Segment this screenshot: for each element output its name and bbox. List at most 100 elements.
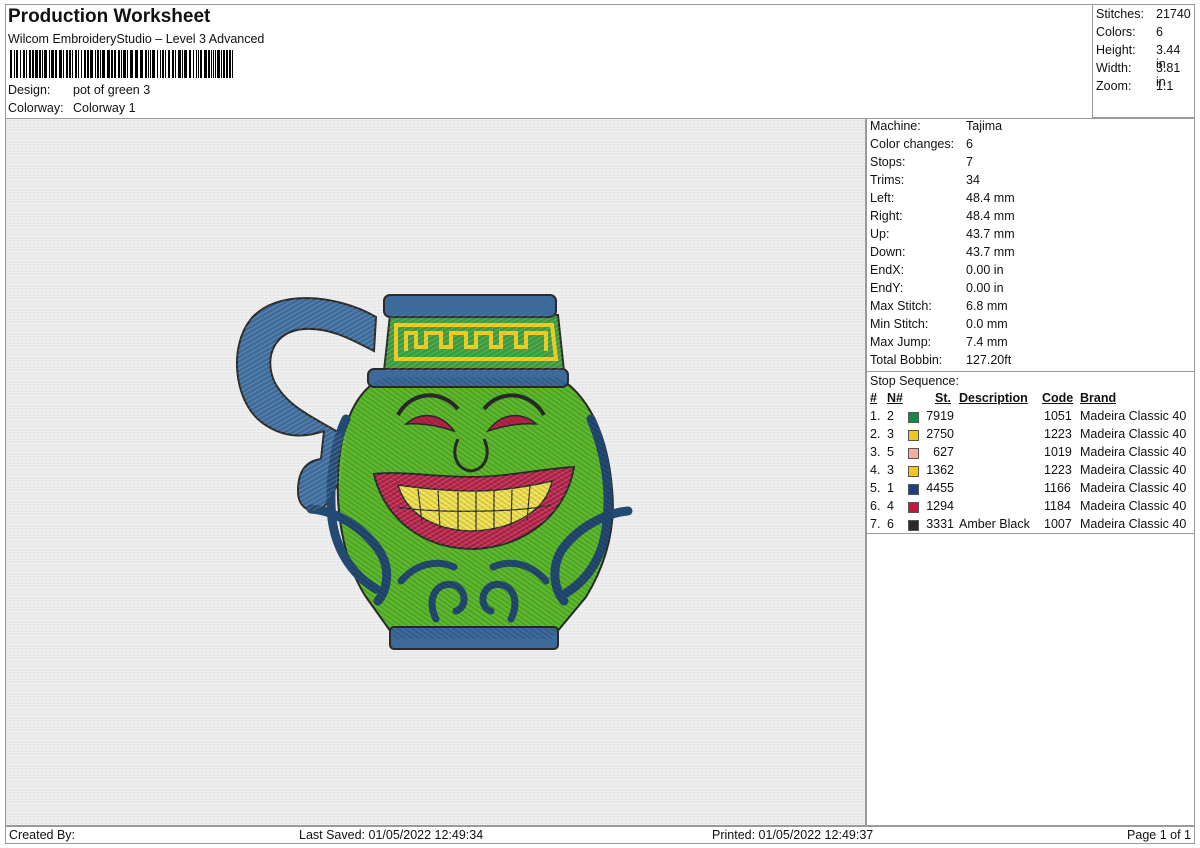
stop-brand: Madeira Classic 40: [1080, 499, 1187, 513]
color-swatch: [908, 502, 919, 513]
stop-description: Amber Black: [959, 517, 1030, 531]
stat-value: 21740: [1156, 7, 1191, 21]
color-swatch: [908, 430, 919, 441]
info-value: Tajima: [966, 119, 1003, 133]
created-by: Created By:: [9, 828, 76, 842]
color-swatch: [908, 520, 919, 531]
info-label: Max Jump:: [870, 335, 932, 349]
stop-code: 1184: [1044, 499, 1071, 513]
info-label: Left:: [870, 191, 895, 205]
info-label: EndX:: [870, 263, 905, 277]
software-subtitle: Wilcom EmbroideryStudio – Level 3 Advanc…: [8, 32, 265, 46]
colorway-value: Colorway 1: [73, 101, 136, 115]
stop-row: 2. 3 1223 Madeira Classic 40 2750: [867, 427, 1194, 445]
info-value: 7: [966, 155, 973, 169]
info-value: 0.0 mm: [966, 317, 1008, 331]
stop-brand: Madeira Classic 40: [1080, 445, 1187, 459]
info-label: Up:: [870, 227, 890, 241]
stop-num: 2.: [870, 427, 881, 441]
stop-sequence-label: Stop Sequence:: [870, 374, 959, 388]
stop-brand: Madeira Classic 40: [1080, 481, 1187, 495]
col-header-needle: N#: [887, 391, 903, 405]
stop-num: 4.: [870, 463, 881, 477]
printed-date: Printed: 01/05/2022 12:49:37: [712, 828, 874, 842]
pot-top-rim: [383, 294, 557, 318]
stat-label: Height:: [1096, 43, 1136, 57]
color-swatch: [908, 412, 919, 423]
last-saved: Last Saved: 01/05/2022 12:49:34: [299, 828, 484, 842]
stop-needle: 6: [887, 517, 894, 531]
info-value: 6: [966, 137, 973, 151]
info-value: 127.20ft: [966, 353, 1012, 367]
color-swatch: [908, 466, 919, 477]
page-title: Production Worksheet: [8, 6, 211, 27]
info-value: 43.7 mm: [966, 245, 1015, 259]
stop-row: 6. 4 1184 Madeira Classic 40 1294: [867, 499, 1194, 517]
stop-row: 1. 2 1051 Madeira Classic 40 7919: [867, 409, 1194, 427]
colorway-label: Colorway:: [8, 101, 64, 115]
stop-brand: Madeira Classic 40: [1080, 463, 1187, 477]
stat-value: 1:1: [1156, 79, 1174, 93]
info-label: Machine:: [870, 119, 921, 133]
stitch-texture: [236, 298, 613, 639]
stop-stitches: 7919: [926, 409, 954, 423]
stop-code: 1223: [1044, 463, 1072, 477]
machine-info-panel: Machine: Tajima Color changes: 6 Stops: 7 T…: [866, 118, 1195, 826]
color-swatch: [908, 484, 919, 495]
stat-label: Width:: [1096, 61, 1132, 75]
barcode-image: [10, 50, 233, 78]
stop-code: 1166: [1044, 481, 1071, 495]
stats-box: Stitches: 21740 Colors: 6 Height: 3.44 i…: [1092, 4, 1195, 118]
stop-stitches: 627: [933, 445, 954, 459]
stat-value: 6: [1156, 25, 1163, 39]
info-value: 6.8 mm: [966, 299, 1008, 313]
info-label: EndY:: [870, 281, 904, 295]
stop-brand: Madeira Classic 40: [1080, 409, 1187, 423]
stop-stitches: 4455: [926, 481, 954, 495]
stop-code: 1019: [1044, 445, 1072, 459]
design-label: Design:: [8, 83, 51, 97]
stop-needle: 4: [887, 499, 894, 513]
stop-needle: 3: [887, 463, 894, 477]
stop-code: 1223: [1044, 427, 1072, 441]
stop-stitches: 2750: [926, 427, 954, 441]
stat-label: Colors:: [1096, 25, 1136, 39]
stop-num: 6.: [870, 499, 881, 513]
info-value: 34: [966, 173, 980, 187]
stat-label: Stitches:: [1096, 7, 1144, 21]
page-number: Page 1 of 1: [1127, 828, 1191, 842]
section-divider: [867, 533, 1194, 534]
stop-brand: Madeira Classic 40: [1080, 517, 1187, 531]
info-label: Min Stitch:: [870, 317, 929, 331]
info-label: Stops:: [870, 155, 906, 169]
col-header-num: #: [870, 391, 877, 405]
stop-needle: 5: [887, 445, 894, 459]
info-label: Right:: [870, 209, 903, 223]
stop-row: 3. 5 1019 Madeira Classic 40 627: [867, 445, 1194, 463]
info-label: Down:: [870, 245, 906, 259]
stop-needle: 2: [887, 409, 894, 423]
stop-num: 1.: [870, 409, 881, 423]
info-label: Total Bobbin:: [870, 353, 943, 367]
stop-num: 7.: [870, 517, 881, 531]
info-label: Max Stitch:: [870, 299, 932, 313]
design-value: pot of green 3: [73, 83, 151, 97]
stop-num: 3.: [870, 445, 881, 459]
embroidery-design-image: [235, 294, 633, 650]
info-value: 48.4 mm: [966, 209, 1015, 223]
stop-code: 1007: [1044, 517, 1072, 531]
worksheet-footer: Created By: Last Saved: 01/05/2022 12:49…: [5, 826, 1195, 844]
stop-row: 5. 1 1166 Madeira Classic 40 4455: [867, 481, 1194, 499]
stop-needle: 3: [887, 427, 894, 441]
info-value: 43.7 mm: [966, 227, 1015, 241]
stop-stitches: 1294: [926, 499, 954, 513]
info-value: 7.4 mm: [966, 335, 1008, 349]
stop-needle: 1: [887, 481, 894, 495]
info-label: Trims:: [870, 173, 905, 187]
col-header-brand: Brand: [1080, 391, 1117, 405]
info-value: 0.00 in: [966, 281, 1004, 295]
stop-num: 5.: [870, 481, 881, 495]
col-header-stitches: St.: [935, 391, 951, 405]
design-preview: [5, 118, 866, 826]
col-header-code: Code: [1042, 391, 1074, 405]
